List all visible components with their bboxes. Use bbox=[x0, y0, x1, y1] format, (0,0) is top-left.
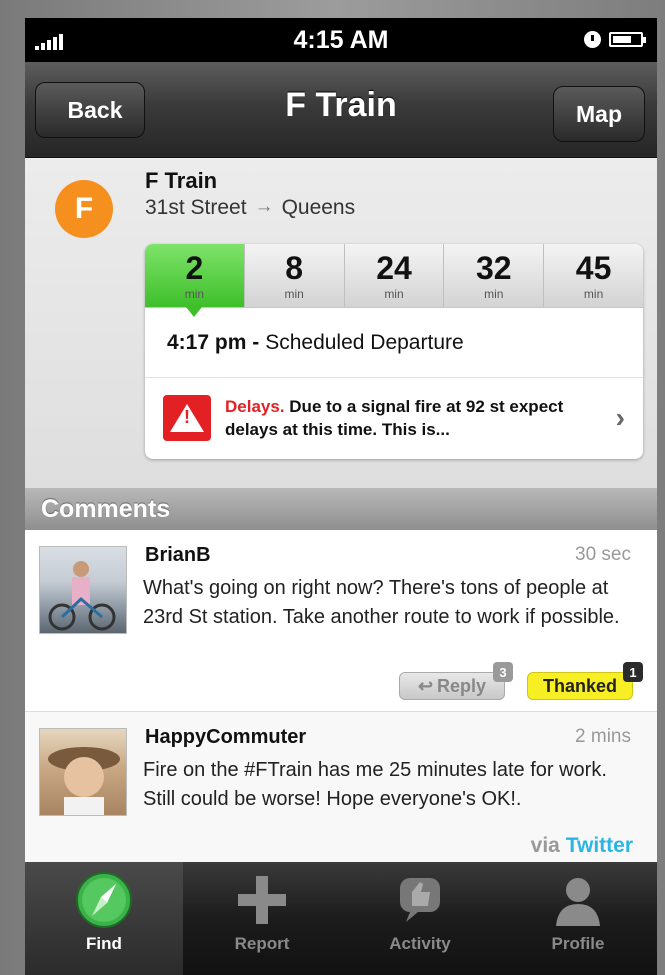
reply-button[interactable]: ↩ Reply bbox=[399, 672, 505, 700]
avatar[interactable] bbox=[39, 728, 127, 816]
status-icons bbox=[584, 31, 646, 48]
alert-title: Delays. bbox=[225, 397, 285, 416]
time-unit: min bbox=[184, 287, 205, 301]
delay-alert[interactable]: ! Delays. Due to a signal fire at 92 st … bbox=[145, 378, 643, 458]
tab-label: Activity bbox=[389, 934, 451, 953]
time-unit: min bbox=[384, 287, 404, 301]
time-option[interactable]: 45 min bbox=[544, 244, 643, 307]
compass-icon bbox=[76, 872, 132, 928]
reply-label: Reply bbox=[437, 675, 487, 696]
tab-activity[interactable]: Activity bbox=[341, 862, 499, 975]
tab-report[interactable]: Report bbox=[183, 862, 341, 975]
list-item: HappyCommuter 2 mins Fire on the #FTrain… bbox=[25, 712, 657, 862]
orientation-lock-icon bbox=[584, 31, 601, 48]
route-from: 31st Street bbox=[145, 196, 247, 219]
via-label: via bbox=[530, 834, 560, 857]
tab-label: Profile bbox=[551, 934, 605, 953]
comment-body: Fire on the #FTrain has me 25 minutes la… bbox=[143, 759, 607, 810]
departure-time: 4:17 pm - bbox=[167, 330, 260, 354]
time-value: 2 bbox=[185, 250, 204, 286]
warning-icon: ! bbox=[163, 395, 211, 441]
time-option[interactable]: 2 min bbox=[145, 244, 245, 317]
status-time: 4:15 AM bbox=[293, 26, 389, 54]
phone-frame: 4:15 AM Back F Train Map F F Train 31st … bbox=[0, 0, 665, 975]
arrival-times: 2 min 8 min 24 min 32 min 45 min bbox=[145, 244, 643, 317]
comment-author[interactable]: HappyCommuter bbox=[145, 726, 306, 749]
train-name: F Train bbox=[145, 168, 218, 193]
time-value: 45 bbox=[575, 250, 612, 286]
thanks-count-badge: 1 bbox=[623, 662, 643, 682]
time-option[interactable]: 8 min bbox=[244, 244, 345, 307]
thumbs-up-icon bbox=[400, 878, 440, 922]
screen: 4:15 AM Back F Train Map F F Train 31st … bbox=[25, 18, 657, 975]
comment-body: What's going on right now? There's tons … bbox=[143, 577, 620, 628]
nav-bar: Back F Train Map bbox=[25, 62, 657, 158]
status-bar: 4:15 AM bbox=[25, 18, 657, 62]
tab-profile[interactable]: Profile bbox=[499, 862, 657, 975]
reply-arrow-icon: ↩ bbox=[417, 675, 434, 696]
plus-icon bbox=[238, 876, 286, 924]
avatar[interactable] bbox=[39, 546, 127, 634]
battery-icon bbox=[609, 32, 646, 47]
twitter-link[interactable]: Twitter bbox=[566, 834, 633, 857]
tab-bar: Find Report Activity Profile bbox=[25, 862, 657, 975]
train-panel: F F Train 31st Street → Queens 2 min 8 m… bbox=[25, 158, 657, 488]
time-unit: min bbox=[484, 287, 504, 301]
map-button[interactable]: Map bbox=[553, 86, 645, 142]
time-value: 32 bbox=[475, 250, 512, 286]
tab-label: Report bbox=[234, 934, 290, 953]
list-item: BrianB 30 sec What's going on right now?… bbox=[25, 530, 657, 712]
route-to: Queens bbox=[281, 196, 356, 219]
time-unit: min bbox=[583, 287, 604, 301]
times-card: 2 min 8 min 24 min 32 min 45 min 4:17 pm… bbox=[145, 244, 643, 459]
comment-time: 2 mins bbox=[575, 726, 631, 747]
comments-header: Comments bbox=[25, 488, 657, 530]
departure-label: Scheduled Departure bbox=[265, 330, 464, 354]
time-unit: min bbox=[284, 287, 304, 301]
comment-time: 30 sec bbox=[575, 544, 631, 565]
tab-find[interactable]: Find bbox=[25, 862, 183, 975]
thanked-button[interactable]: Thanked bbox=[527, 672, 633, 700]
comment-author[interactable]: BrianB bbox=[145, 544, 211, 567]
person-icon bbox=[556, 878, 600, 926]
time-option[interactable]: 24 min bbox=[344, 244, 445, 307]
chevron-right-icon: › bbox=[615, 402, 625, 433]
time-value: 8 bbox=[285, 250, 304, 286]
reply-count-badge: 3 bbox=[493, 662, 513, 682]
alert-message: Delays. Due to a signal fire at 92 st ex… bbox=[225, 395, 565, 441]
tab-label: Find bbox=[86, 934, 122, 953]
time-option[interactable]: 32 min bbox=[444, 244, 545, 307]
line-badge: F bbox=[55, 180, 113, 238]
train-route: 31st Street → Queens bbox=[145, 196, 355, 220]
arrow-right-icon: → bbox=[254, 196, 274, 217]
time-value: 24 bbox=[376, 250, 412, 286]
scheduled-departure: 4:17 pm - Scheduled Departure bbox=[145, 308, 643, 378]
comment-source: via Twitter bbox=[531, 834, 633, 858]
